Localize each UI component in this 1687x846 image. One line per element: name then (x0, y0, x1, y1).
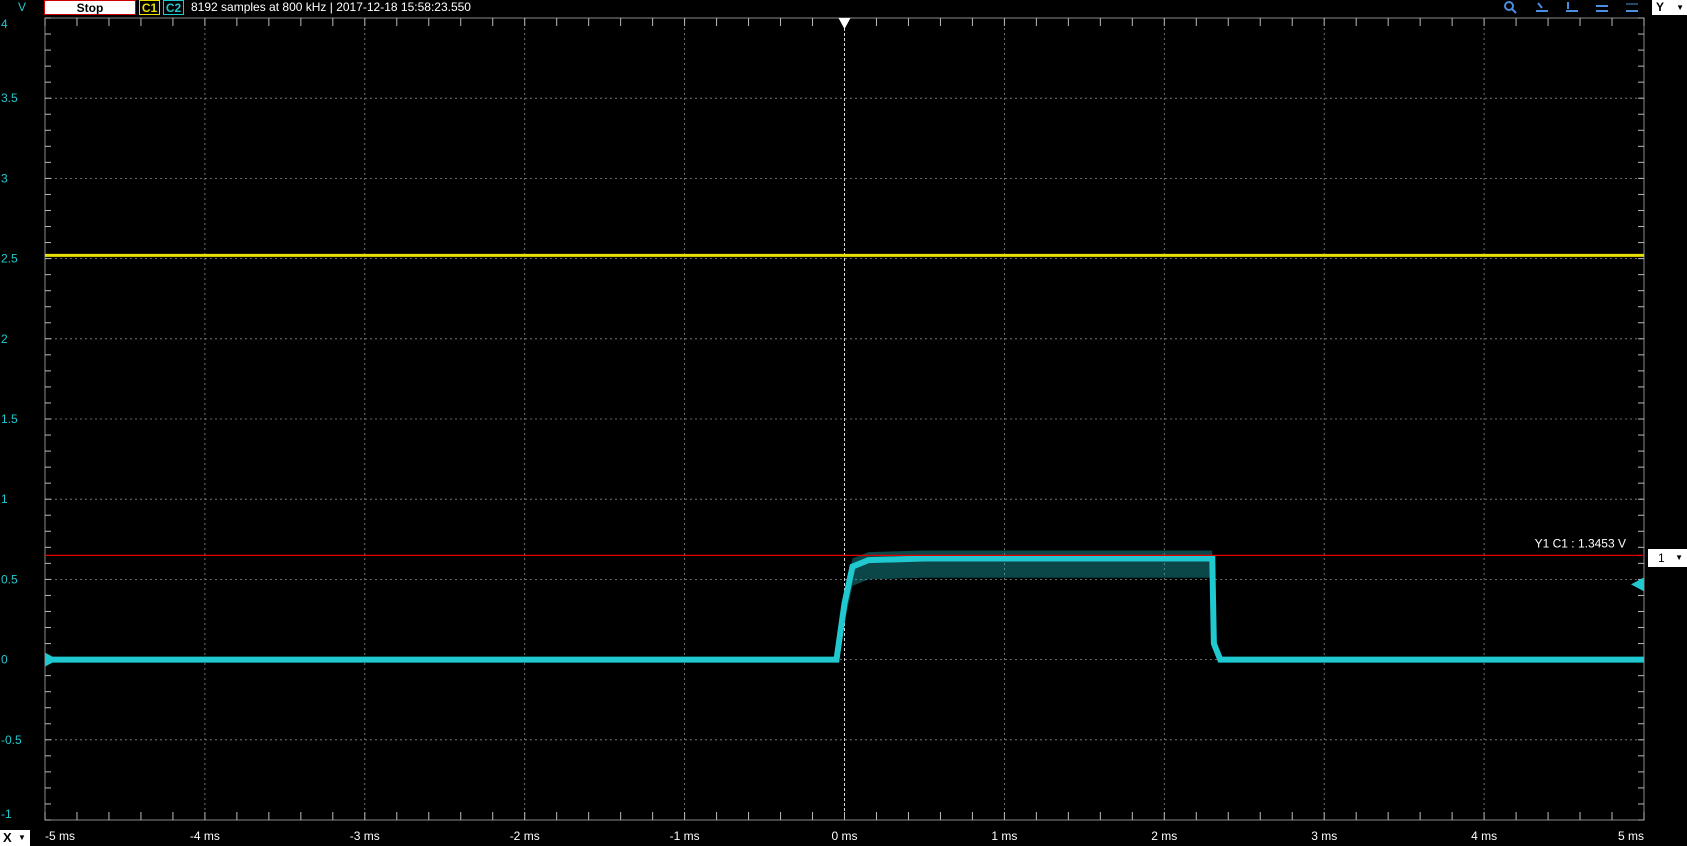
cursor-selector[interactable]: 1 ▼ (1648, 549, 1687, 567)
y-tick-label: 1 (1, 492, 8, 506)
y-tick-label: 0.5 (1, 572, 18, 586)
x-tick-label: 2 ms (1151, 829, 1177, 843)
x-tick-label: 4 ms (1471, 829, 1497, 843)
trigger-level-marker[interactable] (1631, 577, 1644, 592)
y1-cursor-label: Y1 C1 : 1.3453 V (1535, 536, 1626, 550)
y-tick-label: 3 (1, 171, 8, 185)
y-tick-label: -0.5 (1, 733, 22, 747)
y-tick-label: -1 (1, 807, 12, 821)
trigger-position-marker[interactable] (838, 18, 851, 29)
grid (44, 17, 1645, 821)
y-tick-label: 4 (1, 17, 8, 31)
x-tick-label: -2 ms (510, 829, 540, 843)
x-tick-label: 3 ms (1311, 829, 1337, 843)
x-tick-label: -1 ms (670, 829, 700, 843)
x-tick-label: 5 ms (1618, 829, 1644, 843)
chevron-down-icon: ▼ (1675, 553, 1683, 562)
y-tick-label: 0 (1, 653, 8, 667)
x-tick-label: -5 ms (45, 829, 75, 843)
c2-offset-marker[interactable] (45, 652, 58, 667)
x-tick-label: 0 ms (831, 829, 857, 843)
x-tick-label: 1 ms (991, 829, 1017, 843)
axis-labels: -5 ms -4 ms -3 ms -2 ms -1 ms 0 ms 1 ms 2 ms 3 m… (1, 17, 1644, 843)
y-tick-label: 1.5 (1, 412, 18, 426)
oscilloscope-plot[interactable]: -5 ms -4 ms -3 ms -2 ms -1 ms 0 ms 1 ms 2 ms 3 m… (0, 0, 1687, 846)
cursor-selector-label: 1 (1658, 551, 1665, 565)
x-tick-label: -4 ms (190, 829, 220, 843)
x-tick-label: -3 ms (350, 829, 380, 843)
x-axis-menu[interactable]: X ▼ (0, 830, 30, 846)
y-tick-label: 3.5 (1, 91, 18, 105)
x-axis-menu-label: X (3, 830, 12, 845)
chevron-down-icon: ▼ (18, 833, 26, 842)
y-tick-label: 2 (1, 332, 8, 346)
y-tick-label: 2.5 (1, 252, 18, 266)
